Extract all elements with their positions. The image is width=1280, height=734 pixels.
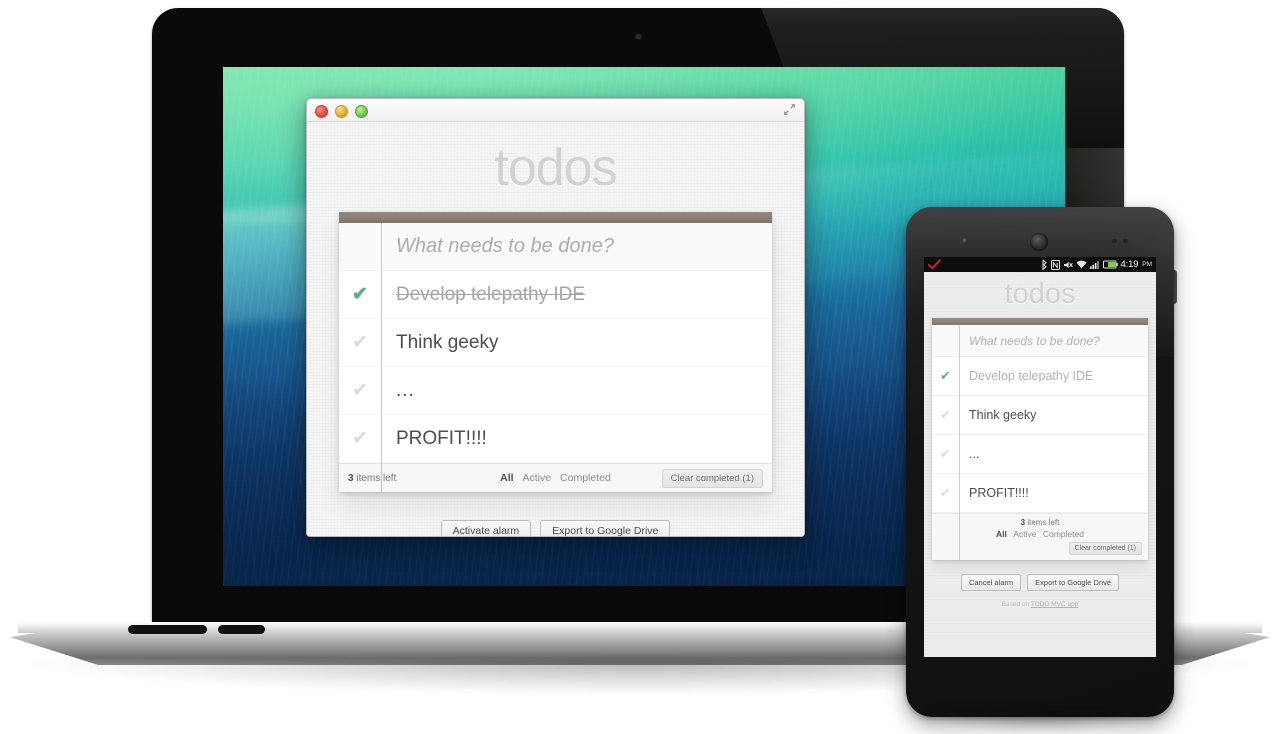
android-status-bar: 4:19 PM bbox=[924, 257, 1156, 272]
todo-app-topbar bbox=[339, 212, 772, 223]
battery-icon bbox=[1102, 260, 1118, 269]
list-item[interactable]: ✔ Think geeky bbox=[932, 396, 1148, 435]
export-to-google-drive-button[interactable]: Export to Google Drive bbox=[540, 520, 671, 536]
phone-credit-prefix: Based on bbox=[1001, 601, 1031, 608]
table-row[interactable]: ✔ Think geeky bbox=[339, 319, 772, 367]
phone-filter-active[interactable]: Active bbox=[1013, 529, 1036, 539]
phone-todo-toggle-check-icon[interactable]: ✔ bbox=[932, 368, 959, 384]
phone-notebook-margin-rule bbox=[959, 325, 960, 560]
new-todo-row[interactable]: What needs to be done? bbox=[339, 223, 772, 271]
phone-page-title: todos bbox=[1004, 278, 1076, 310]
new-todo-input[interactable]: What needs to be done? bbox=[381, 235, 772, 258]
laptop-port-notch bbox=[218, 625, 265, 634]
phone-credit-line: Based on TODO MVC app bbox=[924, 601, 1156, 608]
phone-todo-toggle-check-icon[interactable]: ✔ bbox=[932, 407, 959, 423]
todo-toggle-check-icon[interactable]: ✔ bbox=[339, 333, 381, 352]
wifi-icon bbox=[1075, 260, 1087, 269]
phone-todo-label: Think geeky bbox=[969, 408, 1037, 422]
filter-all[interactable]: All bbox=[500, 472, 513, 484]
list-item[interactable]: ✔ PROFIT!!!! bbox=[932, 474, 1148, 513]
nfc-icon bbox=[1050, 259, 1060, 270]
filter-active[interactable]: Active bbox=[523, 472, 552, 484]
status-bar-meridiem: PM bbox=[1142, 261, 1152, 268]
notebook-margin-rule bbox=[381, 223, 382, 492]
zoom-button-icon[interactable] bbox=[355, 105, 368, 118]
mute-icon bbox=[1063, 261, 1073, 268]
window-traffic-lights bbox=[315, 105, 368, 118]
phone-todo-app-topbar bbox=[932, 318, 1148, 325]
window-titlebar[interactable] bbox=[307, 99, 804, 122]
light-sensor-icon bbox=[1123, 239, 1128, 243]
phone-todo-toggle-check-icon[interactable]: ✔ bbox=[932, 485, 959, 501]
expand-arrows-icon[interactable] bbox=[783, 103, 796, 116]
status-bar-system-icons: 4:19 PM bbox=[1041, 259, 1152, 270]
phone-new-todo-row[interactable]: What needs to be done? bbox=[932, 325, 1148, 357]
filter-completed[interactable]: Completed bbox=[560, 472, 611, 484]
phone-drop-shadow bbox=[920, 707, 1160, 733]
android-phone: 4:19 PM todos What needs to be done? ✔ D… bbox=[906, 207, 1177, 733]
power-button[interactable] bbox=[1173, 270, 1177, 304]
phone-clear-completed-button[interactable]: Clear completed (1) bbox=[1068, 542, 1142, 555]
todo-label: Develop telepathy IDE bbox=[396, 283, 586, 305]
status-bar-notifications bbox=[928, 259, 941, 270]
phone-todo-label: ... bbox=[969, 447, 980, 461]
phone-screen: 4:19 PM todos What needs to be done? ✔ D… bbox=[924, 257, 1156, 657]
table-row[interactable]: ✔ PROFIT!!!! bbox=[339, 415, 772, 463]
phone-todo-label: PROFIT!!!! bbox=[969, 486, 1029, 500]
phone-items-left-text: items left bbox=[1025, 518, 1060, 527]
phone-todomvc-link[interactable]: TODO MVC app bbox=[1031, 601, 1079, 608]
todo-toggle-check-icon[interactable]: ✔ bbox=[339, 381, 381, 400]
list-item[interactable]: ✔ Develop telepathy IDE bbox=[932, 357, 1148, 396]
phone-todo-footer: 3 items left All Active Completed Clear … bbox=[932, 513, 1148, 560]
status-bar-clock: 4:19 bbox=[1120, 259, 1139, 270]
activate-alarm-button[interactable]: Activate alarm bbox=[440, 520, 532, 536]
todo-footer: 3 items left All Active Completed Clear … bbox=[339, 463, 772, 492]
window-content: todos What needs to be done? ✔ Develop t… bbox=[307, 122, 804, 536]
phone-extra-actions: Cancel alarm Export to Google Drive bbox=[924, 574, 1156, 591]
phone-filter-all[interactable]: All bbox=[996, 529, 1007, 539]
todo-toggle-check-icon[interactable]: ✔ bbox=[339, 285, 381, 304]
filter-links: All Active Completed bbox=[339, 472, 772, 484]
bluetooth-icon bbox=[1042, 259, 1047, 270]
red-check-icon bbox=[928, 259, 941, 270]
proximity-sensor-icon bbox=[1112, 239, 1117, 243]
phone-app-content: todos What needs to be done? ✔ Develop t… bbox=[924, 272, 1156, 657]
phone-filter-completed[interactable]: Completed bbox=[1043, 529, 1084, 539]
todo-label: PROFIT!!!! bbox=[396, 427, 487, 449]
app-window[interactable]: todos What needs to be done? ✔ Develop t… bbox=[306, 98, 805, 537]
laptop-port-notch bbox=[128, 625, 207, 634]
phone-todo-label: Develop telepathy IDE bbox=[969, 369, 1094, 383]
todo-toggle-check-icon[interactable]: ✔ bbox=[339, 429, 381, 448]
todo-label: Think geeky bbox=[396, 331, 499, 353]
phone-items-left-count: 3 items left bbox=[938, 518, 1142, 527]
signal-icon bbox=[1089, 261, 1099, 269]
table-row[interactable]: ✔ Develop telepathy IDE bbox=[339, 271, 772, 319]
todo-label: ... bbox=[396, 379, 415, 401]
phone-todo-toggle-check-icon[interactable]: ✔ bbox=[932, 446, 959, 462]
laptop-webcam-icon bbox=[636, 34, 641, 39]
phone-filter-links: All Active Completed bbox=[938, 529, 1142, 539]
page-title: todos bbox=[494, 139, 617, 197]
list-item[interactable]: ✔ ... bbox=[932, 435, 1148, 474]
todo-app: What needs to be done? ✔ Develop telepat… bbox=[339, 212, 772, 492]
table-row[interactable]: ✔ ... bbox=[339, 367, 772, 415]
extra-actions: Activate alarm Export to Google Drive bbox=[307, 520, 804, 536]
phone-export-to-google-drive-button[interactable]: Export to Google Drive bbox=[1027, 574, 1120, 591]
phone-new-todo-input[interactable]: What needs to be done? bbox=[959, 334, 1148, 348]
front-camera-icon bbox=[962, 238, 968, 244]
scene-root: todos What needs to be done? ✔ Develop t… bbox=[0, 0, 1280, 734]
phone-clear-completed-wrap: Clear completed (1) bbox=[938, 542, 1142, 555]
earpiece-speaker-icon bbox=[1030, 233, 1048, 251]
minimize-button-icon[interactable] bbox=[335, 105, 348, 118]
phone-todo-app: What needs to be done? ✔ Develop telepat… bbox=[932, 318, 1148, 560]
cancel-alarm-button[interactable]: Cancel alarm bbox=[960, 574, 1022, 591]
close-button-icon[interactable] bbox=[315, 105, 328, 118]
